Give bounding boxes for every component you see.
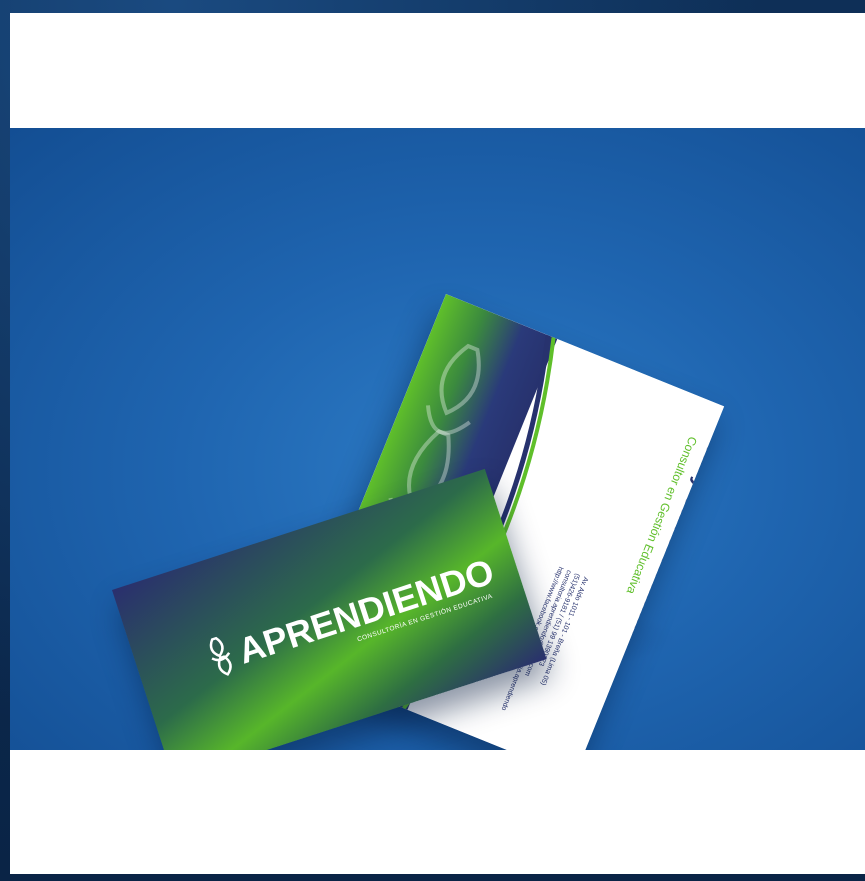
- brand-name: APRENDIENDO: [233, 550, 499, 672]
- brand-logo: APRENDIENDO CONSULTORÍA EN GESTIÓN EDUCA…: [201, 544, 508, 703]
- mockup-photo: Jimy Calderón Matta Consultor en Gestión…: [10, 128, 865, 750]
- person-role: Consultor en Gestión Educativa: [623, 434, 700, 597]
